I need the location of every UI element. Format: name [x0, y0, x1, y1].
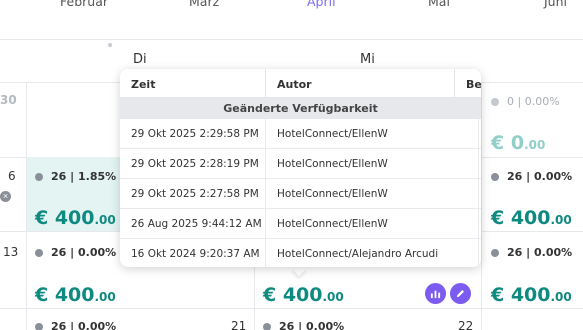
day-number: 21 — [231, 319, 247, 330]
price-value[interactable]: € 400.00 — [491, 284, 572, 306]
weekday-mi: Mi — [360, 52, 375, 67]
price-minor: .00 — [322, 290, 344, 304]
month-juni[interactable]: Juni — [544, 0, 567, 9]
stat-text: 26 | 1.85% — [51, 170, 117, 183]
column-divider — [265, 179, 266, 209]
price-minor: .00 — [550, 213, 572, 227]
column-divider — [454, 69, 455, 98]
column-header-autor[interactable]: Autor — [277, 78, 312, 91]
stat-text: 26 | 0.00% — [507, 170, 573, 183]
table-row[interactable]: 26 Aug 2025 9:44:12 AM HotelConnect/Elle… — [120, 209, 481, 239]
availability-stat: 0 | 0.00% — [491, 95, 560, 108]
availability-stat: 26 | 0.00% — [491, 246, 572, 259]
price-major: € 0 — [491, 132, 525, 154]
status-dot — [35, 172, 43, 181]
row-author: HotelConnect/EllenW — [277, 188, 388, 200]
price-value[interactable]: € 400.00 — [491, 207, 572, 229]
row-time: 16 Okt 2024 9:20:37 AM — [131, 248, 260, 260]
scroll-dot — [108, 43, 112, 47]
weekday-di: Di — [133, 52, 147, 67]
column-divider — [265, 239, 266, 267]
month-header: Februar März April Mai Juni — [0, 0, 583, 40]
stat-text: 26 | 0.00% — [279, 320, 345, 330]
status-dot — [35, 322, 43, 330]
day-number: 22 — [458, 319, 474, 330]
row-time: 26 Aug 2025 9:44:12 AM — [131, 218, 262, 230]
column-divider — [478, 239, 479, 267]
month-april[interactable]: April — [307, 0, 336, 9]
stat-text: 0 | 0.00% — [507, 95, 560, 108]
day-number: 30 — [0, 93, 17, 107]
availability-stat: 26 | 1.85% — [35, 170, 116, 183]
day-number: 6 — [8, 169, 16, 183]
price-major: € 400 — [35, 284, 95, 306]
column-divider — [478, 179, 479, 209]
status-dot — [491, 97, 499, 106]
price-value[interactable]: € 400.00 — [35, 207, 116, 229]
history-table-header: Zeit Autor Be — [120, 69, 481, 98]
stat-text: 26 | 0.00% — [51, 320, 117, 330]
price-minor: .00 — [94, 290, 116, 304]
status-dot — [491, 172, 499, 181]
availability-stat: 26 | 0.00% — [491, 170, 572, 183]
price-minor: .00 — [94, 213, 116, 227]
column-divider — [478, 149, 479, 179]
status-dot — [35, 248, 43, 257]
close-icon[interactable]: × — [0, 191, 11, 202]
price-major: € 400 — [491, 207, 551, 229]
availability-stat: 26 | 0.00% — [35, 320, 116, 330]
month-mai[interactable]: Mai — [428, 0, 450, 9]
row-author: HotelConnect/EllenW — [277, 218, 388, 230]
stat-text: 26 | 0.00% — [51, 246, 117, 259]
stats-button[interactable] — [425, 283, 446, 304]
row-author: HotelConnect/Alejandro Arcudi — [277, 248, 439, 260]
row-author: HotelConnect/EllenW — [277, 158, 388, 170]
price-value[interactable]: € 0.00 — [491, 132, 545, 154]
column-divider — [265, 69, 266, 98]
column-divider — [265, 119, 266, 149]
grid-line — [0, 308, 583, 309]
month-maerz[interactable]: März — [189, 0, 219, 9]
column-header-zeit[interactable]: Zeit — [131, 78, 155, 91]
grid-line — [481, 82, 482, 330]
row-time: 29 Okt 2025 2:29:58 PM — [131, 128, 259, 140]
row-time: 29 Okt 2025 2:27:58 PM — [131, 188, 259, 200]
month-februar[interactable]: Februar — [60, 0, 108, 9]
table-row[interactable]: 16 Okt 2024 9:20:37 AM HotelConnect/Alej… — [120, 239, 481, 267]
table-row[interactable]: 29 Okt 2025 2:29:58 PM HotelConnect/Elle… — [120, 119, 481, 149]
availability-stat: 26 | 0.00% — [263, 320, 344, 330]
group-label: Geänderte Verfügbarkeit — [120, 98, 481, 119]
stat-text: 26 | 0.00% — [507, 246, 573, 259]
table-row[interactable]: 29 Okt 2025 2:27:58 PM HotelConnect/Elle… — [120, 179, 481, 209]
price-value[interactable]: € 400.00 — [35, 284, 116, 306]
column-divider — [478, 209, 479, 239]
price-minor: .00 — [550, 290, 572, 304]
price-major: € 400 — [491, 284, 551, 306]
row-author: HotelConnect/EllenW — [277, 128, 388, 140]
status-dot — [491, 248, 499, 257]
pencil-icon — [456, 290, 464, 298]
price-major: € 400 — [35, 207, 95, 229]
row-time: 29 Okt 2025 2:28:19 PM — [131, 158, 259, 170]
availability-stat: 26 | 0.00% — [35, 246, 116, 259]
column-divider — [265, 149, 266, 179]
edit-button[interactable] — [450, 283, 471, 304]
status-dot — [263, 322, 271, 330]
price-value[interactable]: € 400.00 — [263, 284, 344, 306]
price-minor: .00 — [524, 138, 546, 152]
day-number: 13 — [3, 245, 19, 259]
bar-chart-icon — [430, 290, 441, 299]
table-row[interactable]: 29 Okt 2025 2:28:19 PM HotelConnect/Elle… — [120, 149, 481, 179]
column-header-be[interactable]: Be — [466, 78, 481, 91]
price-major: € 400 — [263, 284, 323, 306]
column-divider — [265, 209, 266, 239]
column-divider — [478, 119, 479, 149]
history-popover: Zeit Autor Be Geänderte Verfügbarkeit 29… — [120, 69, 481, 267]
